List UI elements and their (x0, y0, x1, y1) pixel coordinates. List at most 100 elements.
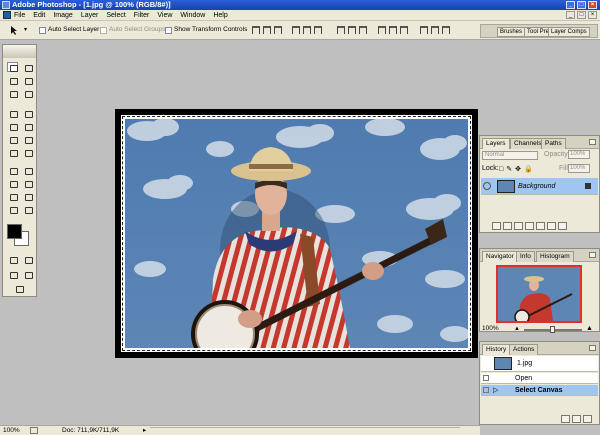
distribute-vertical-buttons[interactable] (337, 26, 367, 34)
jump-to-imageready-icon[interactable] (13, 283, 24, 293)
menu-help[interactable]: Help (213, 10, 227, 21)
history-source-checkbox[interactable] (483, 387, 489, 393)
distribute-buttons[interactable] (420, 26, 450, 34)
close-button[interactable]: × (588, 1, 597, 9)
status-menu-arrow-icon[interactable]: ▸ (143, 426, 146, 435)
zoom-level[interactable]: 100% (3, 426, 20, 435)
magic-wand-tool-icon[interactable] (22, 75, 33, 85)
layers-footer-buttons[interactable] (490, 222, 567, 232)
tool-preset-dropdown-icon[interactable]: ▾ (24, 26, 27, 33)
zoom-slider-thumb[interactable] (550, 326, 555, 333)
doc-close-button[interactable]: × (588, 11, 597, 19)
history-item-open[interactable]: Open (481, 373, 598, 384)
blend-mode-select[interactable]: Normal (482, 151, 538, 160)
move-tool-icon[interactable] (22, 62, 33, 72)
new-document-icon[interactable] (561, 415, 570, 423)
new-group-icon[interactable] (536, 222, 545, 230)
marquee-tool-icon[interactable] (7, 62, 18, 72)
healing-brush-tool-icon[interactable] (7, 108, 18, 118)
hand-tool-icon[interactable] (7, 204, 18, 214)
dodge-tool-icon[interactable] (22, 147, 33, 157)
eyedropper-tool-icon[interactable] (22, 191, 33, 201)
slice-tool-icon[interactable] (22, 88, 33, 98)
screen-mode-icon[interactable] (7, 269, 18, 279)
palette-menu-icon[interactable] (589, 139, 596, 145)
tab-histogram[interactable]: Histogram (536, 251, 574, 262)
history-snapshot-row[interactable]: 1.jpg (481, 356, 598, 372)
navigator-zoom-field[interactable]: 100% (482, 325, 499, 332)
trash-icon[interactable] (583, 415, 592, 423)
horizontal-scrollbar[interactable] (150, 427, 460, 434)
status-info-icon[interactable] (30, 427, 38, 434)
brush-tool-icon[interactable] (22, 108, 33, 118)
maximize-button[interactable]: □ (577, 1, 586, 9)
crop-tool-icon[interactable] (7, 88, 18, 98)
palette-menu-icon[interactable] (589, 345, 596, 351)
menu-file[interactable]: File (14, 10, 25, 21)
tab-actions[interactable]: Actions (509, 344, 539, 355)
palette-menu-icon[interactable] (589, 252, 596, 258)
lock-icons[interactable]: □✎✥🔒 (499, 165, 536, 173)
new-snapshot-icon[interactable] (572, 415, 581, 423)
eye-icon[interactable] (483, 182, 491, 190)
tab-layer-comps[interactable]: Layer Comps (548, 27, 590, 37)
document-canvas[interactable] (115, 109, 478, 358)
clone-stamp-tool-icon[interactable] (7, 121, 18, 131)
document-icon[interactable] (3, 11, 11, 19)
history-footer-buttons[interactable] (559, 415, 592, 425)
tab-navigator[interactable]: Navigator (482, 251, 518, 262)
menu-window[interactable]: Window (180, 10, 205, 21)
path-selection-tool-icon[interactable] (7, 165, 18, 175)
blur-tool-icon[interactable] (7, 147, 18, 157)
history-brush-tool-icon[interactable] (22, 121, 33, 131)
menu-image[interactable]: Image (53, 10, 72, 21)
layer-row-background[interactable]: Background (481, 178, 598, 195)
quick-mask-mode-icon[interactable] (22, 254, 33, 264)
doc-restore-button[interactable]: □ (577, 11, 586, 19)
trash-icon[interactable] (558, 222, 567, 230)
adjustment-layer-icon[interactable] (525, 222, 534, 230)
menu-view[interactable]: View (157, 10, 172, 21)
type-tool-icon[interactable] (22, 165, 33, 175)
auto-select-layer-checkbox[interactable] (39, 27, 46, 34)
foreground-color-swatch[interactable] (7, 224, 22, 239)
zoom-tool-icon[interactable] (22, 204, 33, 214)
tab-history[interactable]: History (482, 344, 511, 355)
layer-name[interactable]: Background (518, 183, 555, 190)
zoom-out-icon[interactable]: ▲ (514, 326, 520, 332)
pen-tool-icon[interactable] (7, 178, 18, 188)
menu-filter[interactable]: Filter (134, 10, 150, 21)
navigator-thumbnail[interactable] (496, 265, 582, 325)
history-state-slider-icon[interactable]: ▷ (493, 386, 498, 394)
tab-layers[interactable]: Layers (482, 138, 510, 149)
notes-tool-icon[interactable] (7, 191, 18, 201)
tab-paths[interactable]: Paths (541, 138, 566, 149)
auto-select-groups-checkbox[interactable] (100, 27, 107, 34)
gradient-tool-icon[interactable] (22, 134, 33, 144)
menu-layer[interactable]: Layer (81, 10, 99, 21)
history-source-checkbox[interactable] (483, 375, 489, 381)
tab-info[interactable]: Info (516, 251, 535, 262)
doc-minimize-button[interactable]: _ (566, 11, 575, 19)
new-layer-icon[interactable] (547, 222, 556, 230)
zoom-in-icon[interactable]: ▲ (586, 325, 593, 332)
eraser-tool-icon[interactable] (7, 134, 18, 144)
tab-brushes[interactable]: Brushes (497, 27, 526, 37)
layer-mask-icon[interactable] (514, 222, 523, 230)
opacity-field[interactable]: 100% (568, 150, 590, 159)
move-tool-icon[interactable] (10, 25, 22, 35)
shape-tool-icon[interactable] (22, 178, 33, 188)
show-transform-controls-checkbox[interactable] (165, 27, 172, 34)
lasso-tool-icon[interactable] (7, 75, 18, 85)
layer-style-icon[interactable] (503, 222, 512, 230)
standard-mode-icon[interactable] (7, 254, 18, 264)
fill-field[interactable]: 100% (568, 164, 590, 173)
minimize-button[interactable]: _ (566, 1, 575, 9)
align-horizontal-buttons[interactable] (292, 26, 322, 34)
link-icon[interactable] (492, 222, 501, 230)
menu-edit[interactable]: Edit (33, 10, 45, 21)
full-screen-mode-icon[interactable] (22, 269, 33, 279)
menu-select[interactable]: Select (106, 10, 125, 21)
history-item-select-canvas[interactable]: ▷ Select Canvas (481, 385, 598, 396)
align-buttons[interactable] (252, 26, 282, 34)
